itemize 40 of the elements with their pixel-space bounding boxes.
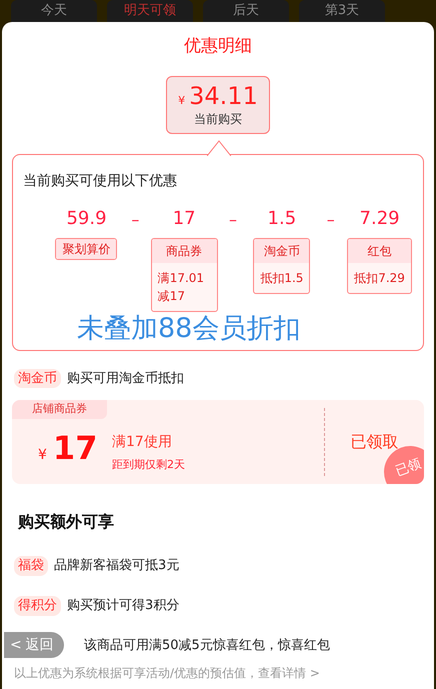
coupon-status: 已领取 — [350, 431, 398, 453]
price-amount: 34.11 — [189, 82, 258, 110]
sheet-title: 优惠明细 — [184, 35, 252, 58]
day-tab[interactable]: 明天可领 — [107, 0, 193, 22]
breakdown-heading: 当前购买可使用以下优惠 — [23, 172, 178, 190]
coupon-currency: ¥ — [38, 446, 47, 465]
footer-note[interactable]: 以上优惠为系统根据可享活动/优惠的预估值，查看详情 > — [14, 664, 422, 682]
benefit-text: 购买预计可得3积分 — [67, 597, 180, 616]
coupon-expiry: 距到期仅剩2天 — [112, 457, 185, 473]
coupon-label: 店铺商品券 — [12, 400, 107, 418]
back-button[interactable]: < 返回 — [4, 632, 64, 658]
overlay-note: 未叠加88会员折扣 — [77, 312, 300, 346]
minus-sign: – — [228, 208, 238, 230]
coupon-condition: 满17使用 — [112, 433, 173, 452]
day-tab[interactable]: 第3天 — [299, 0, 385, 22]
extras-heading: 购买额外可享 — [18, 511, 115, 533]
coin-text: 购买可用淘金币抵扣 — [67, 370, 184, 388]
tag-detail: 抵扣7.29 — [353, 270, 406, 286]
benefit-tag: 福袋 — [14, 556, 48, 576]
day-tab[interactable]: 今天 — [11, 0, 97, 22]
discount-value: 17 — [172, 208, 196, 230]
tag-label: 商品券 — [152, 238, 217, 262]
discount-value: 7.29 — [360, 208, 400, 230]
benefit-text: 该商品可用满50减5元惊喜红包，惊喜红包 — [84, 637, 330, 656]
minus-sign: – — [326, 208, 336, 230]
tag-label: 红包 — [348, 238, 411, 262]
tag-label: 淘金币 — [254, 238, 310, 262]
price-caption: 当前购买 — [194, 110, 242, 128]
coupon-amount: 17 — [52, 430, 98, 466]
discount-value: 1.5 — [268, 208, 296, 230]
minus-sign: – — [130, 208, 140, 230]
currency-sign: ¥ — [178, 92, 186, 108]
tag-detail: 满17.01减17 — [156, 270, 206, 304]
benefit-tag: 得积分 — [14, 596, 61, 616]
tag-label: 聚划算价 — [56, 238, 116, 258]
tag-detail: 抵扣1.5 — [259, 270, 304, 286]
discount-value: 59.9 — [66, 208, 107, 230]
day-tab[interactable]: 后天 — [203, 0, 289, 22]
benefit-text: 品牌新客福袋可抵3元 — [54, 557, 180, 576]
coin-tag: 淘金币 — [14, 368, 61, 388]
